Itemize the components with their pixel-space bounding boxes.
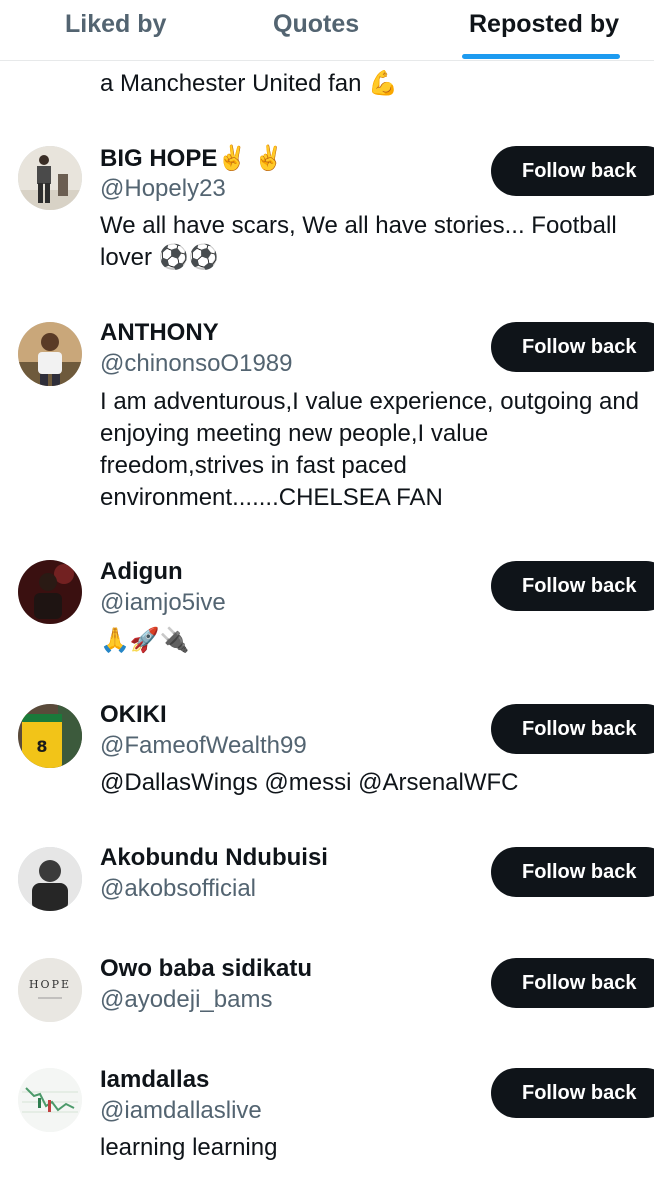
avatar[interactable]: HOPE bbox=[18, 958, 82, 1022]
avatar-man-white-shirt-icon bbox=[18, 322, 82, 386]
avatar[interactable] bbox=[18, 560, 82, 624]
svg-text:8: 8 bbox=[36, 737, 47, 756]
tab-bar: Liked by Quotes Reposted by bbox=[0, 0, 654, 61]
avatar-man-grayscale-icon bbox=[18, 847, 82, 911]
follow-back-button[interactable]: Follow back bbox=[491, 561, 654, 611]
follow-back-button[interactable]: Follow back bbox=[491, 146, 654, 196]
user-name[interactable]: Akobundu Ndubuisi bbox=[100, 843, 328, 873]
tab-reposted-by[interactable]: Reposted by bbox=[469, 10, 619, 39]
tab-quotes[interactable]: Quotes bbox=[273, 10, 359, 39]
previous-user-bio-text: a Manchester United fan 💪 bbox=[100, 70, 399, 97]
avatar[interactable] bbox=[18, 322, 82, 386]
follow-back-button[interactable]: Follow back bbox=[491, 958, 654, 1008]
avatar-man-dark-red-icon bbox=[18, 560, 82, 624]
user-name[interactable]: ANTHONY bbox=[100, 318, 219, 348]
avatar[interactable] bbox=[18, 847, 82, 911]
previous-user-bio: a Manchester United fan 💪 bbox=[100, 68, 398, 100]
avatar[interactable] bbox=[18, 1068, 82, 1132]
user-bio: @DallasWings @messi @ArsenalWFC bbox=[100, 769, 519, 796]
user-name[interactable]: OKIKI bbox=[100, 700, 167, 730]
user-bio: learning learning bbox=[100, 1134, 278, 1161]
user-handle[interactable]: @FameofWealth99 bbox=[100, 731, 307, 761]
user-name[interactable]: Owo baba sidikatu bbox=[100, 954, 312, 984]
follow-back-button[interactable]: Follow back bbox=[491, 322, 654, 372]
user-handle[interactable]: @Hopely23 bbox=[100, 174, 226, 204]
user-handle[interactable]: @chinonsoO1989 bbox=[100, 349, 293, 379]
follow-back-button[interactable]: Follow back bbox=[491, 1068, 654, 1118]
user-handle[interactable]: @iamjo5ive bbox=[100, 588, 226, 618]
user-handle[interactable]: @iamdallaslive bbox=[100, 1096, 262, 1126]
avatar-man-standing-icon bbox=[18, 146, 82, 210]
user-name[interactable]: Iamdallas bbox=[100, 1065, 209, 1095]
user-bio: I am adventurous,I value experience, out… bbox=[100, 388, 640, 511]
follow-back-button[interactable]: Follow back bbox=[491, 847, 654, 897]
avatar[interactable] bbox=[18, 146, 82, 210]
avatar-yellow-jersey-8-icon: 8 bbox=[18, 704, 82, 768]
user-bio: We all have scars, We all have stories..… bbox=[100, 212, 617, 271]
user-bio: 🙏🚀🔌 bbox=[100, 626, 190, 654]
avatar[interactable]: 8 bbox=[18, 704, 82, 768]
tab-liked-by[interactable]: Liked by bbox=[65, 10, 166, 39]
user-handle[interactable]: @akobsofficial bbox=[100, 874, 256, 904]
avatar-logo-text: HOPE bbox=[28, 978, 72, 991]
user-name[interactable]: Adigun bbox=[100, 557, 183, 587]
user-handle[interactable]: @ayodeji_bams bbox=[100, 985, 272, 1015]
user-name[interactable]: BIG HOPE✌️ ✌️ bbox=[100, 144, 284, 174]
active-tab-indicator bbox=[462, 54, 620, 59]
follow-back-button[interactable]: Follow back bbox=[491, 704, 654, 754]
avatar-chart-icon bbox=[18, 1068, 82, 1132]
